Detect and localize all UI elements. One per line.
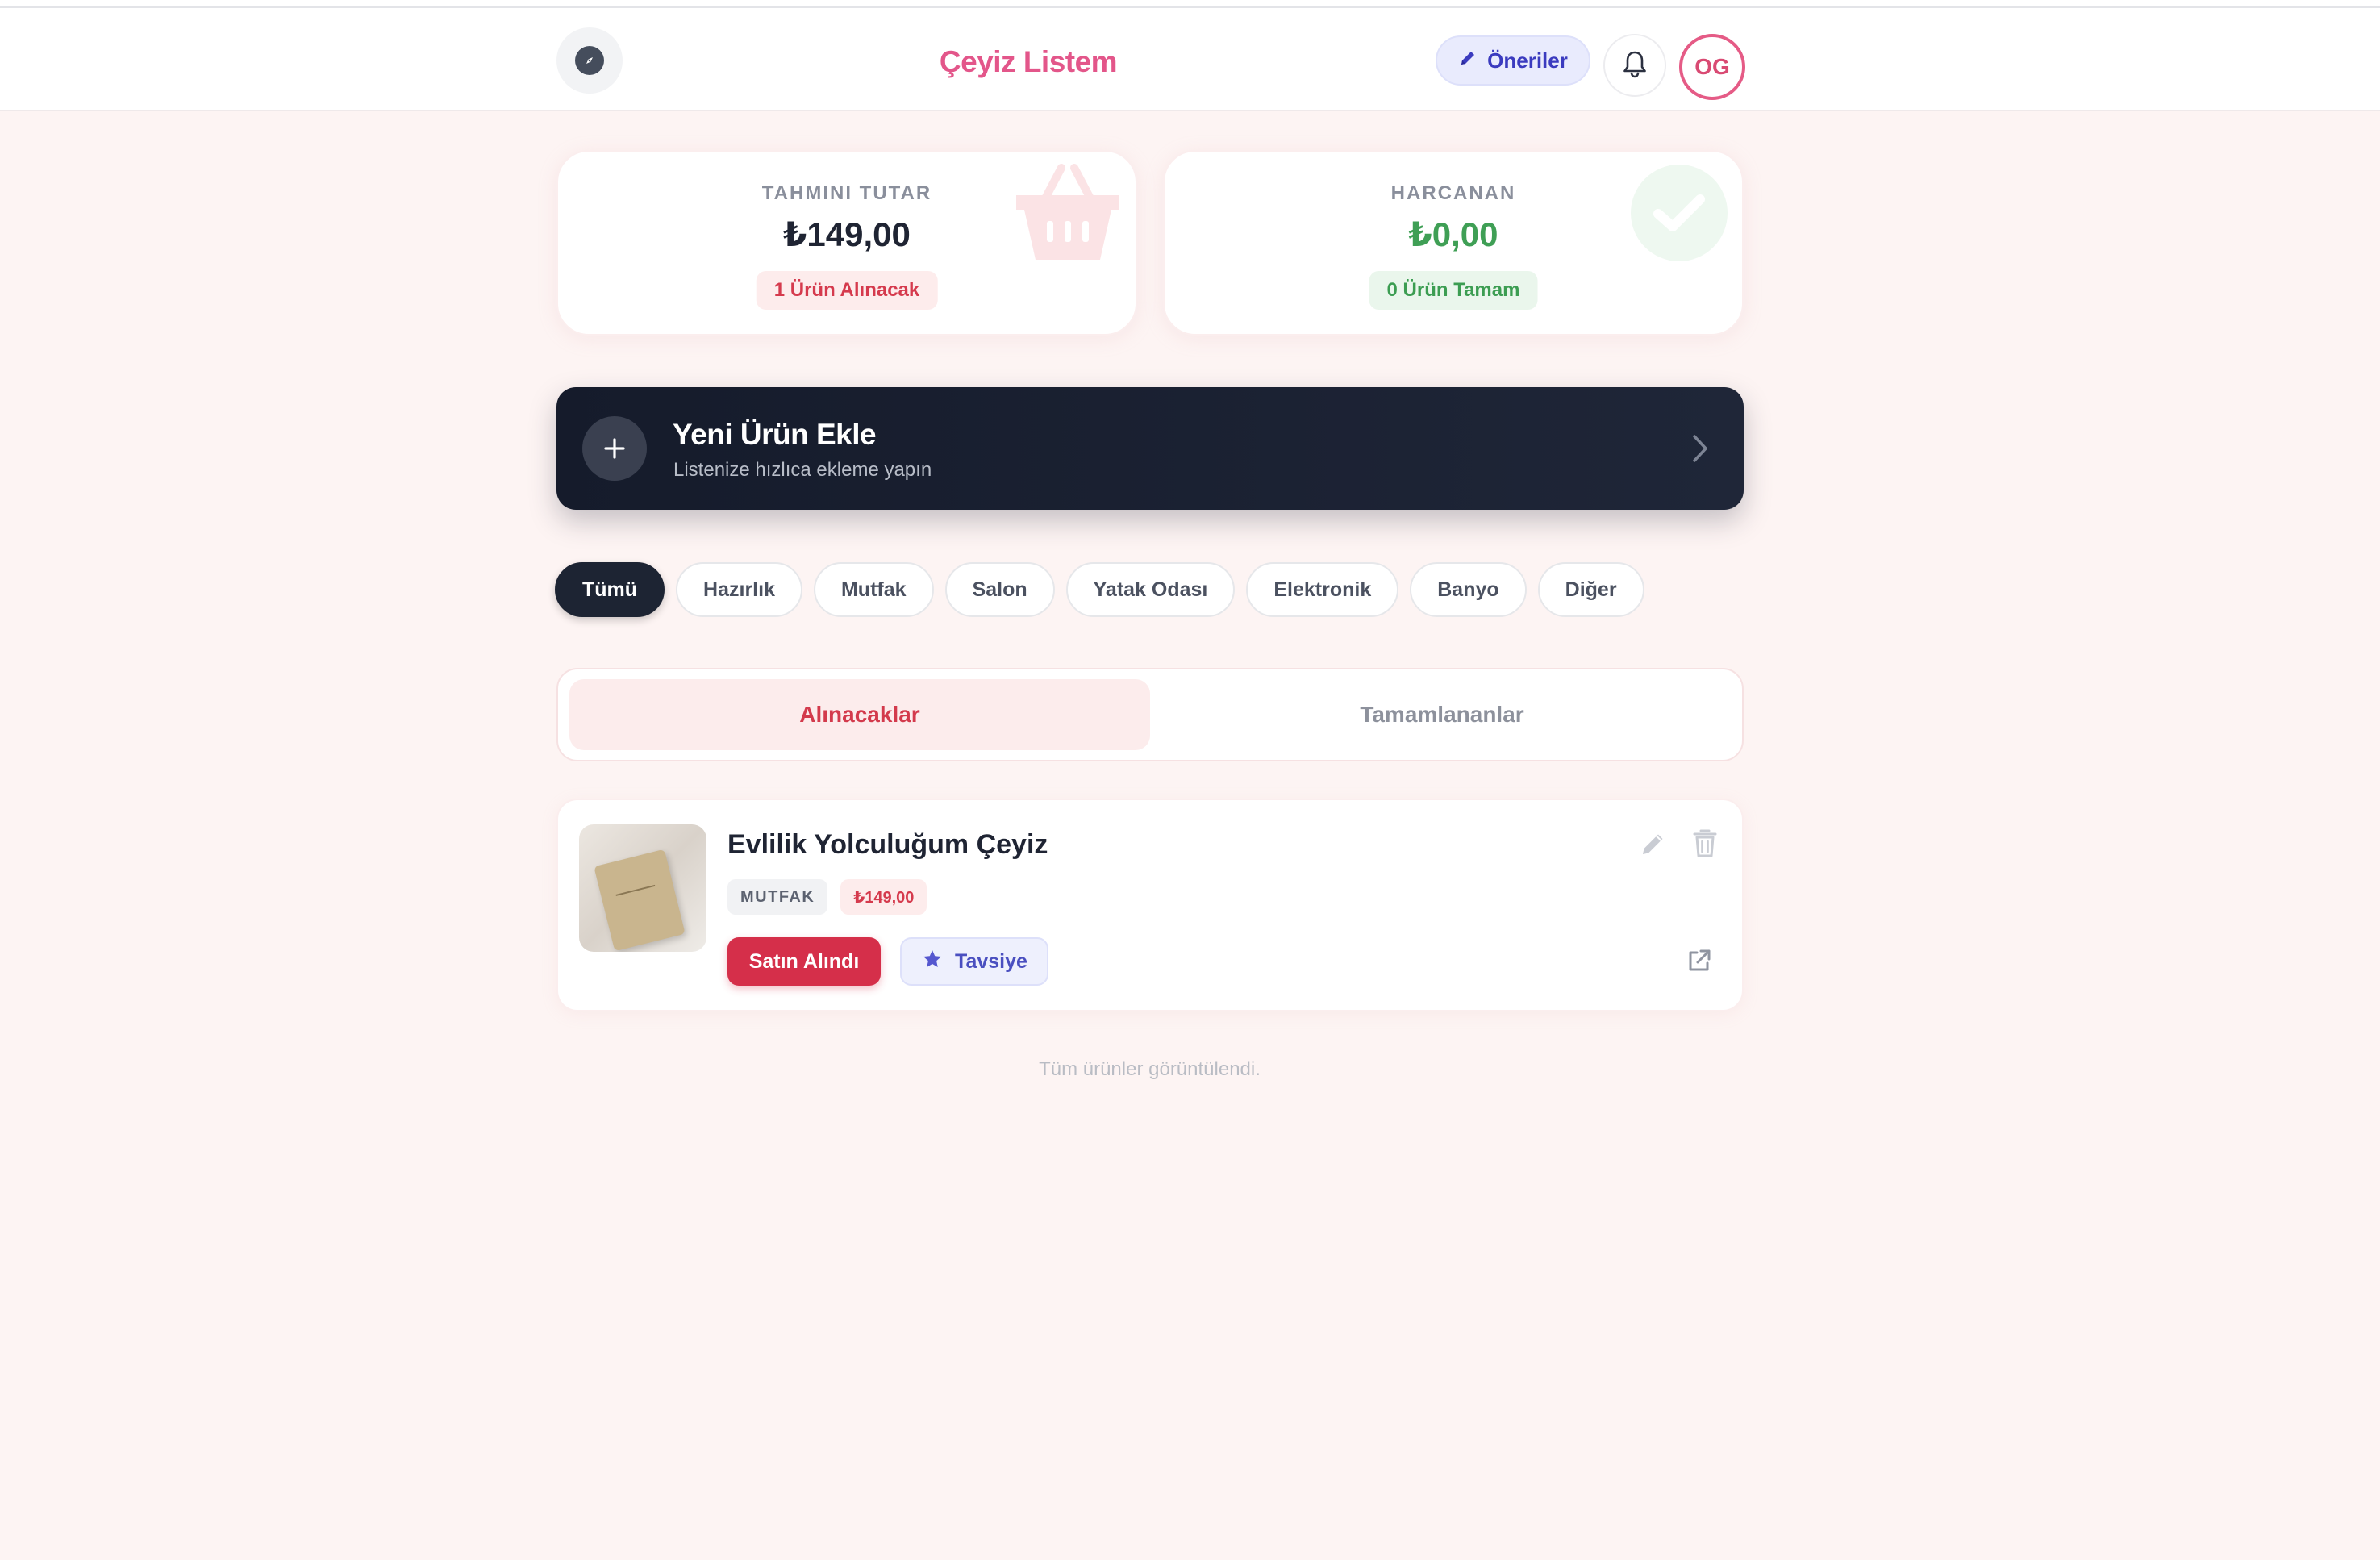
estimated-total-label: TAHMINI TUTAR: [761, 182, 932, 204]
category-filter: Tümü Hazırlık Mutfak Salon Yatak Odası E…: [555, 562, 1644, 617]
app-header: Çeyiz Listem Öneriler OG: [0, 8, 2380, 111]
add-product-button[interactable]: Yeni Ürün Ekle Listenize hızlıca ekleme …: [556, 387, 1744, 510]
category-chip-bedroom[interactable]: Yatak Odası: [1065, 562, 1236, 617]
product-tags: MUTFAK ₺149,00: [727, 879, 927, 915]
chevron-right-icon: [1690, 432, 1710, 469]
category-chip-electronics[interactable]: Elektronik: [1246, 562, 1399, 617]
category-chip-all[interactable]: Tümü: [555, 562, 665, 617]
external-link-icon[interactable]: [1686, 947, 1713, 978]
estimated-total-card: TAHMINI TUTAR ₺149,00 1 Ürün Alınacak: [556, 150, 1137, 336]
spent-card: HARCANAN ₺0,00 0 Ürün Tamam: [1163, 150, 1744, 336]
recommend-button[interactable]: Tavsiye: [900, 937, 1048, 986]
recommend-label: Tavsiye: [955, 949, 1027, 973]
tab-completed[interactable]: Tamamlananlar: [1152, 679, 1732, 750]
plus-icon: [582, 416, 647, 481]
suggestions-button[interactable]: Öneriler: [1436, 35, 1590, 86]
user-avatar[interactable]: OG: [1679, 34, 1745, 100]
spent-amount: ₺0,00: [1408, 215, 1498, 253]
mark-bought-button[interactable]: Satın Alındı: [727, 937, 881, 986]
category-chip-other[interactable]: Diğer: [1537, 562, 1644, 617]
bell-icon: [1621, 49, 1648, 82]
trash-icon[interactable]: [1692, 828, 1718, 862]
notifications-button[interactable]: [1603, 34, 1666, 97]
compass-icon: [575, 46, 604, 75]
items-to-buy-badge: 1 Ürün Alınacak: [756, 271, 938, 310]
browser-top-edge: [0, 0, 2380, 8]
add-product-title: Yeni Ürün Ekle: [673, 418, 877, 451]
estimated-total-amount: ₺149,00: [783, 215, 911, 253]
product-card: Evlilik Yolculuğum Çeyiz MUTFAK ₺149,00 …: [556, 799, 1744, 1011]
star-icon: [921, 948, 944, 976]
add-product-subtitle: Listenize hızlıca ekleme yapın: [673, 459, 932, 481]
product-image-notebook: [594, 849, 686, 952]
category-chip-bathroom[interactable]: Banyo: [1410, 562, 1527, 617]
product-image: [579, 824, 706, 952]
spent-label: HARCANAN: [1390, 182, 1516, 204]
tab-to-buy[interactable]: Alınacaklar: [569, 679, 1150, 750]
product-price-tag: ₺149,00: [840, 879, 927, 915]
product-category-tag: MUTFAK: [727, 879, 828, 915]
category-chip-kitchen[interactable]: Mutfak: [813, 562, 934, 617]
category-chip-living-room[interactable]: Salon: [944, 562, 1055, 617]
items-done-badge: 0 Ürün Tamam: [1369, 271, 1538, 310]
app-title: Çeyiz Listem: [939, 45, 1118, 78]
list-tabs: Alınacaklar Tamamlananlar: [556, 668, 1744, 761]
product-title: Evlilik Yolculuğum Çeyiz: [727, 829, 1048, 860]
suggestions-label: Öneriler: [1487, 48, 1568, 73]
category-chip-preparation[interactable]: Hazırlık: [676, 562, 802, 617]
pencil-icon: [1458, 48, 1478, 73]
edit-icon[interactable]: [1639, 829, 1668, 862]
discover-button[interactable]: [556, 27, 623, 94]
end-of-list-note: Tüm ürünler görüntülendi.: [1039, 1058, 1261, 1080]
